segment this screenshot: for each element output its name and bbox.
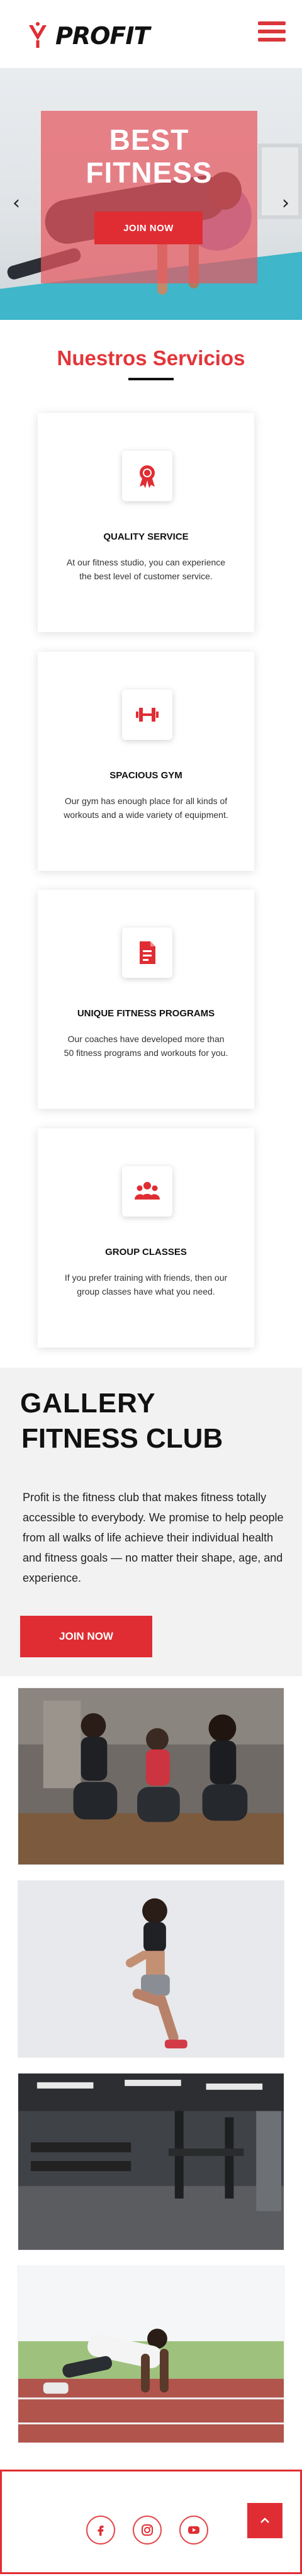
woman-jumping-photo[interactable] bbox=[18, 1880, 284, 2058]
logo-mark-icon bbox=[29, 22, 47, 48]
gallery-subheading: FITNESS CLUB bbox=[21, 1423, 223, 1455]
gym-equipment-photo[interactable] bbox=[18, 2073, 284, 2250]
women-stretching-photo[interactable] bbox=[18, 1688, 284, 1865]
dumbbell-icon bbox=[122, 689, 172, 740]
service-title: UNIQUE FITNESS PROGRAMS bbox=[77, 1008, 215, 1019]
service-title: QUALITY SERVICE bbox=[103, 531, 189, 542]
hero-join-now-button[interactable]: JOIN NOW bbox=[94, 212, 203, 244]
hamburger-bar bbox=[258, 38, 286, 42]
document-icon bbox=[122, 928, 172, 978]
sprinter-start-photo[interactable] bbox=[18, 2266, 284, 2443]
group-icon bbox=[122, 1166, 172, 1217]
gallery-join-now-button[interactable]: JOIN NOW bbox=[20, 1616, 152, 1657]
service-description: If you prefer training with friends, the… bbox=[64, 1273, 228, 1297]
hero-title-line: FITNESS bbox=[86, 156, 213, 189]
service-card: QUALITY SERVICE At our fitness studio, y… bbox=[38, 413, 254, 632]
youtube-icon[interactable] bbox=[179, 2516, 208, 2545]
logo[interactable]: PROFIT bbox=[25, 21, 150, 50]
hero-title-line: BEST bbox=[109, 123, 189, 156]
services-title-underline bbox=[128, 378, 174, 380]
gallery-intro: GALLERY FITNESS CLUB Profit is the fitne… bbox=[0, 1368, 302, 1676]
service-card: GROUP CLASSES If you prefer training wit… bbox=[38, 1128, 254, 1348]
site-footer bbox=[0, 2470, 302, 2574]
gallery-subheading-bold: CLUB bbox=[146, 1423, 223, 1454]
gallery-heading: GALLERY bbox=[20, 1388, 156, 1419]
service-description: Our gym has enough place for all kinds o… bbox=[64, 796, 228, 820]
site-header: PROFIT bbox=[0, 0, 302, 68]
hero-slider: BEST FITNESS JOIN NOW ‹ › bbox=[0, 68, 302, 320]
hamburger-bar bbox=[258, 30, 286, 33]
gallery-subheading-light: FITNESS bbox=[21, 1423, 138, 1454]
service-description: Our coaches have developed more than 50 … bbox=[64, 1034, 228, 1058]
logo-text: PROFIT bbox=[55, 22, 150, 50]
service-card: SPACIOUS GYM Our gym has enough place fo… bbox=[38, 652, 254, 871]
service-description: At our fitness studio, you can experienc… bbox=[66, 557, 226, 581]
service-title: GROUP CLASSES bbox=[105, 1247, 187, 1257]
services-title: Nuestros Servicios bbox=[57, 346, 245, 370]
service-card: UNIQUE FITNESS PROGRAMS Our coaches have… bbox=[38, 890, 254, 1109]
facebook-icon[interactable] bbox=[86, 2516, 115, 2545]
instagram-icon[interactable] bbox=[133, 2516, 162, 2545]
gallery-description: Profit is the fitness club that makes fi… bbox=[23, 1491, 284, 1584]
chevron-left-icon[interactable]: ‹ bbox=[9, 194, 24, 213]
chevron-right-icon[interactable]: › bbox=[278, 194, 293, 213]
award-icon bbox=[122, 451, 172, 501]
service-title: SPACIOUS GYM bbox=[109, 770, 182, 781]
hero-title: BEST FITNESS bbox=[41, 123, 257, 189]
hamburger-menu-icon[interactable] bbox=[258, 21, 286, 45]
hamburger-bar bbox=[258, 21, 286, 25]
chevron-up-icon[interactable] bbox=[247, 2503, 282, 2538]
